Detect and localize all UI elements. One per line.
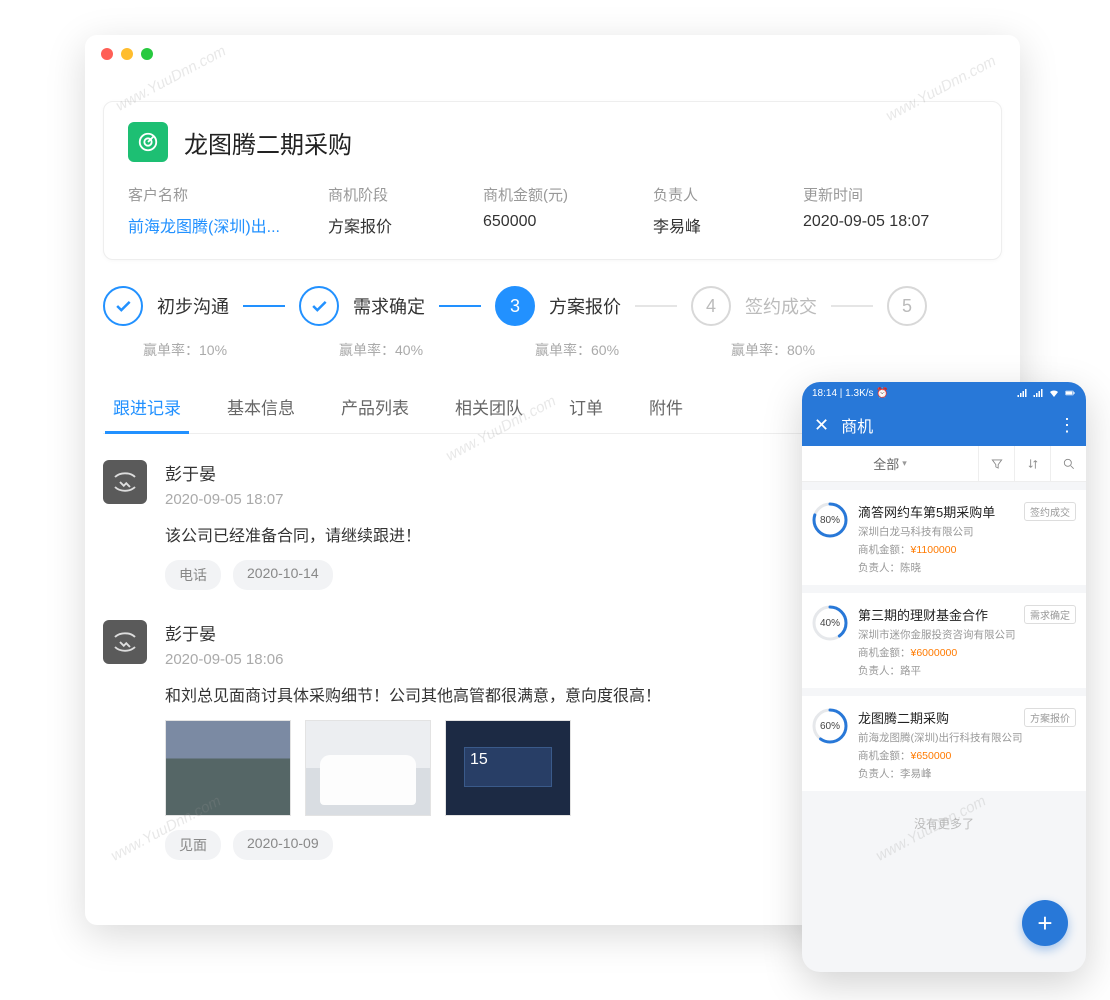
chevron-down-icon: ▾ <box>902 458 907 469</box>
item-company: 深圳白龙马科技有限公司 <box>858 524 1076 539</box>
item-amount: 商机金额：¥6000000 <box>858 645 1076 660</box>
stage-step[interactable]: 初步沟通赢单率：10% <box>103 286 299 360</box>
wifi-icon <box>1048 387 1060 399</box>
meta-value: 方案报价 <box>328 213 483 237</box>
tab-4[interactable]: 订单 <box>567 394 605 433</box>
mobile-title: 商机 <box>841 413 1046 437</box>
tab-0[interactable]: 跟进记录 <box>111 394 183 433</box>
meta-label: 负责人 <box>653 184 803 205</box>
mobile-preview: 18:14 | 1.3K/s ⏰ ✕ 商机 ⋮ 全部▾ 80% 滴答网约车第5期… <box>802 382 1086 972</box>
avatar <box>103 620 147 664</box>
meta-value: 2020-09-05 18:07 <box>803 213 977 231</box>
mobile-list-item[interactable]: 40% 第三期的理财基金合作 需求确定 深圳市迷你金服投资咨询有限公司 商机金额：… <box>802 593 1086 688</box>
mobile-statusbar: 18:14 | 1.3K/s ⏰ <box>802 382 1086 404</box>
stage-step[interactable]: 需求确定赢单率：40% <box>299 286 495 360</box>
stage-name: 需求确定 <box>353 293 425 319</box>
stage-winrate: 赢单率：10% <box>143 340 227 360</box>
meta-value: 李易峰 <box>653 213 803 237</box>
stage-name: 方案报价 <box>549 293 621 319</box>
meta-value: 650000 <box>483 213 653 231</box>
stage-badge: 签约成交 <box>1024 502 1076 521</box>
filter-all-button[interactable]: 全部▾ <box>802 454 978 473</box>
stage-step[interactable]: 4 签约成交赢单率：80% <box>691 286 887 360</box>
more-icon[interactable]: ⋮ <box>1058 415 1074 436</box>
mobile-filterbar: 全部▾ <box>802 446 1086 482</box>
stage-winrate: 赢单率：40% <box>339 340 423 360</box>
meta-row: 客户名称前海龙图腾(深圳)出... 商机阶段方案报价 商机金额(元) 650000… <box>128 184 977 237</box>
stage-circle: 4 <box>691 286 731 326</box>
filter-icon[interactable] <box>978 446 1014 482</box>
thumbnail[interactable] <box>305 720 431 816</box>
item-title: 第三期的理财基金合作 <box>858 605 988 624</box>
meta-label: 客户名称 <box>128 184 328 205</box>
stage-circle <box>103 286 143 326</box>
add-button[interactable]: + <box>1022 900 1068 946</box>
progress-ring: 60% <box>812 708 848 744</box>
avatar <box>103 460 147 504</box>
tab-1[interactable]: 基本信息 <box>225 394 297 433</box>
tab-2[interactable]: 产品列表 <box>339 394 411 433</box>
stage-step[interactable]: 5 <box>887 286 927 326</box>
tab-5[interactable]: 附件 <box>647 394 685 433</box>
item-company: 深圳市迷你金服投资咨询有限公司 <box>858 627 1076 642</box>
stage-badge: 需求确定 <box>1024 605 1076 624</box>
mobile-list-item[interactable]: 60% 龙图腾二期采购 方案报价 前海龙图腾(深圳)出行科技有限公司 商机金额：¥… <box>802 696 1086 791</box>
stage-pipeline: 初步沟通赢单率：10%需求确定赢单率：40%3方案报价赢单率：60%4签约成交赢… <box>85 286 1020 360</box>
check-icon <box>309 296 329 316</box>
item-company: 前海龙图腾(深圳)出行科技有限公司 <box>858 730 1076 745</box>
check-icon <box>113 296 133 316</box>
item-title: 龙图腾二期采购 <box>858 708 949 727</box>
meta-label: 更新时间 <box>803 184 977 205</box>
stage-circle <box>299 286 339 326</box>
stage-circle: 3 <box>495 286 535 326</box>
stage-name: 签约成交 <box>745 293 817 319</box>
stage-step[interactable]: 3 方案报价赢单率：60% <box>495 286 691 360</box>
progress-pct: 80% <box>812 502 848 538</box>
progress-pct: 60% <box>812 708 848 744</box>
chip[interactable]: 见面 <box>165 830 221 860</box>
tab-3[interactable]: 相关团队 <box>453 394 525 433</box>
page-title: 龙图腾二期采购 <box>184 125 352 160</box>
item-amount: 商机金额：¥1100000 <box>858 542 1076 557</box>
meta-label: 商机阶段 <box>328 184 483 205</box>
chip[interactable]: 2020-10-14 <box>233 560 333 590</box>
progress-ring: 80% <box>812 502 848 538</box>
mobile-list-item[interactable]: 80% 滴答网约车第5期采购单 签约成交 深圳白龙马科技有限公司 商机金额：¥11… <box>802 490 1086 585</box>
item-owner: 负责人：路平 <box>858 663 1076 678</box>
mobile-list-footer: 没有更多了 <box>802 799 1086 848</box>
stage-circle: 5 <box>887 286 927 326</box>
progress-pct: 40% <box>812 605 848 641</box>
status-time: 18:14 | 1.3K/s ⏰ <box>812 388 889 399</box>
stage-winrate: 赢单率：80% <box>731 340 815 360</box>
minimize-icon[interactable] <box>121 48 133 60</box>
thumbnail[interactable]: 15 <box>445 720 571 816</box>
maximize-icon[interactable] <box>141 48 153 60</box>
status-icons <box>1016 387 1076 399</box>
item-amount: 商机金额：¥650000 <box>858 748 1076 763</box>
item-owner: 负责人：陈晓 <box>858 560 1076 575</box>
close-icon[interactable]: ✕ <box>814 415 829 436</box>
mobile-header: ✕ 商机 ⋮ <box>802 404 1086 446</box>
thumbnail[interactable] <box>165 720 291 816</box>
sort-icon[interactable] <box>1014 446 1050 482</box>
stage-badge: 方案报价 <box>1024 708 1076 727</box>
window-titlebar <box>85 35 1020 73</box>
chip[interactable]: 2020-10-09 <box>233 830 333 860</box>
chip[interactable]: 电话 <box>165 560 221 590</box>
search-icon[interactable] <box>1050 446 1086 482</box>
stage-winrate: 赢单率：60% <box>535 340 619 360</box>
opportunity-logo-icon <box>128 122 168 162</box>
progress-ring: 40% <box>812 605 848 641</box>
item-title: 滴答网约车第5期采购单 <box>858 502 995 521</box>
signal-icon <box>1016 387 1028 399</box>
mobile-list: 80% 滴答网约车第5期采购单 签约成交 深圳白龙马科技有限公司 商机金额：¥11… <box>802 482 1086 791</box>
signal-icon <box>1032 387 1044 399</box>
battery-icon <box>1064 387 1076 399</box>
close-icon[interactable] <box>101 48 113 60</box>
meta-label: 商机金额(元) <box>483 184 653 205</box>
item-owner: 负责人：李易峰 <box>858 766 1076 781</box>
stage-name: 初步沟通 <box>157 293 229 319</box>
customer-link[interactable]: 前海龙图腾(深圳)出... <box>128 213 328 237</box>
opportunity-header-card: 龙图腾二期采购 客户名称前海龙图腾(深圳)出... 商机阶段方案报价 商机金额(… <box>103 101 1002 260</box>
